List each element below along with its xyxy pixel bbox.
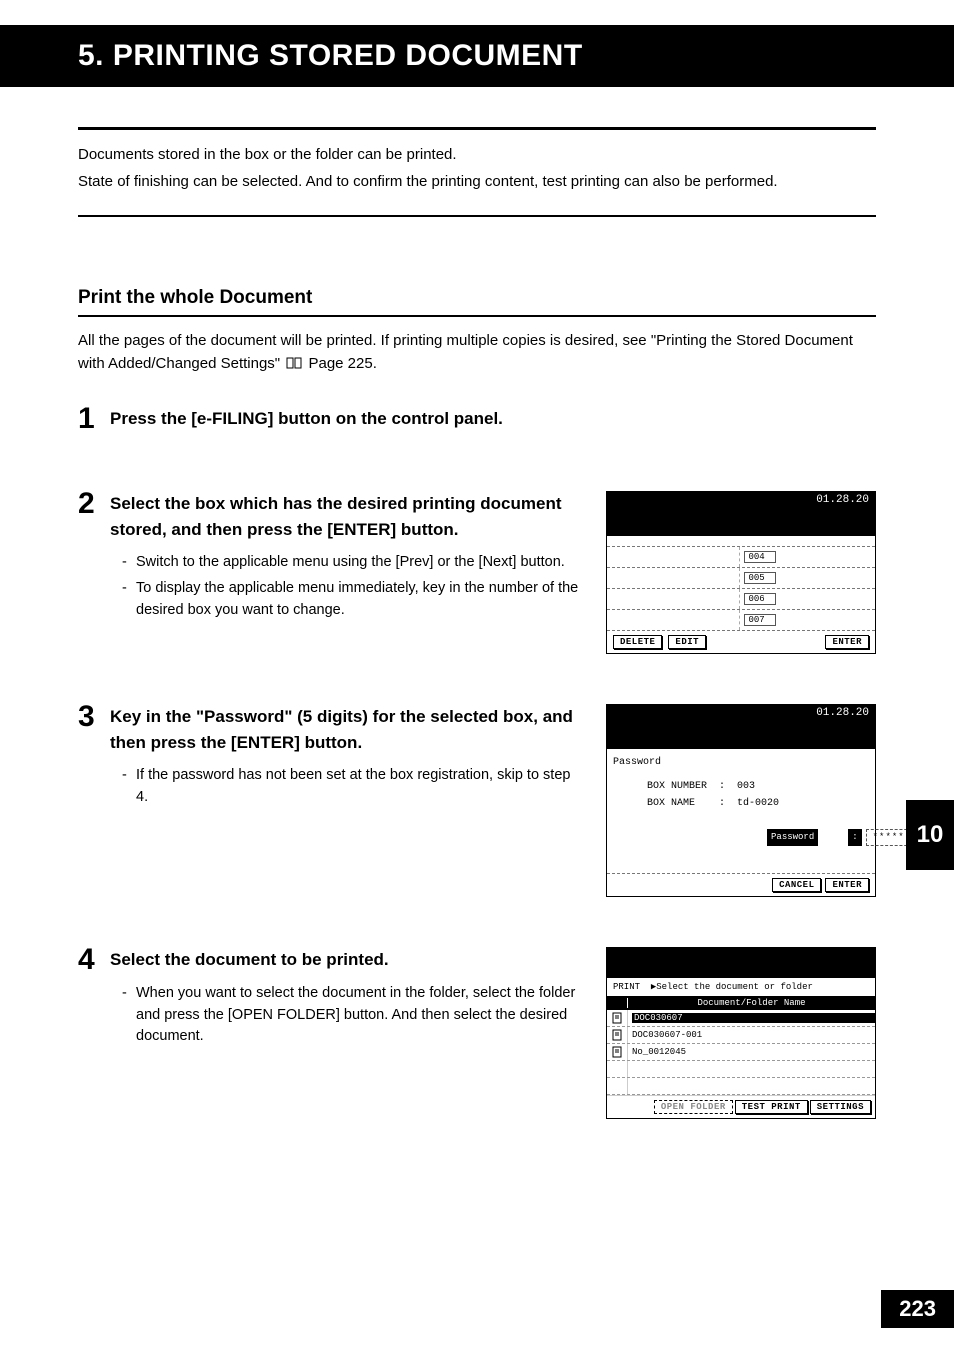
test-print-button[interactable]: TEST PRINT	[735, 1100, 808, 1114]
step-4: 4 Select the document to be printed. Whe…	[78, 947, 876, 1119]
step-1: 1 Press the [e-FILING] button on the con…	[78, 406, 876, 442]
section-desc-text: All the pages of the document will be pr…	[78, 332, 853, 372]
step-heading: Key in the "Password" (5 digits) for the…	[110, 704, 586, 755]
document-select-panel: PRINT ▶Select the document or folder Doc…	[606, 947, 876, 1119]
panel-timestamp: 01.28.20	[607, 705, 875, 749]
settings-button[interactable]: SETTINGS	[810, 1100, 871, 1114]
document-row-empty	[607, 1078, 875, 1095]
step-heading: Select the document to be printed.	[110, 947, 586, 973]
box-row: 007	[607, 610, 875, 631]
step-bullet-list: Switch to the applicable menu using the …	[110, 552, 586, 621]
manual-page: 5. PRINTING STORED DOCUMENT Documents st…	[0, 0, 954, 1348]
step-number: 4	[78, 945, 110, 975]
box-select-panel: 01.28.20 004 005 006 007 DELETE	[606, 491, 876, 654]
step-bullet: If the password has not been set at the …	[110, 765, 586, 809]
step-heading: Select the box which has the desired pri…	[110, 491, 586, 542]
step-bullet: To display the applicable menu immediate…	[110, 578, 586, 622]
edit-button[interactable]: EDIT	[668, 635, 706, 649]
box-number: 004	[744, 551, 776, 563]
page-number: 223	[881, 1290, 954, 1328]
document-name: No_0012045	[628, 1047, 875, 1057]
document-row-selected[interactable]: DOC030607	[607, 1010, 875, 1027]
step-heading: Press the [e-FILING] button on the contr…	[110, 406, 876, 432]
book-icon	[286, 357, 302, 369]
panel-button-row: OPEN FOLDER TEST PRINT SETTINGS	[607, 1095, 875, 1118]
section-heading: Print the whole Document	[78, 287, 876, 317]
step-number: 3	[78, 702, 110, 732]
document-icon	[612, 1029, 622, 1041]
document-name: DOC030607	[632, 1013, 875, 1023]
intro-line-1: Documents stored in the box or the folde…	[78, 144, 876, 167]
document-icon	[612, 1046, 622, 1058]
column-header: Document/Folder Name	[628, 998, 875, 1008]
breadcrumb-text: Select the document or folder	[656, 982, 813, 992]
open-folder-button[interactable]: OPEN FOLDER	[654, 1100, 733, 1114]
document-icon	[612, 1012, 622, 1024]
chapter-title: 5. PRINTING STORED DOCUMENT	[78, 39, 954, 73]
step-bullet-list: If the password has not been set at the …	[110, 765, 586, 809]
step-bullet: When you want to select the document in …	[110, 983, 586, 1048]
step-3: 3 Key in the "Password" (5 digits) for t…	[78, 704, 876, 897]
panel-header-blank	[607, 948, 875, 978]
breadcrumb: PRINT ▶Select the document or folder	[607, 978, 875, 996]
intro-block: Documents stored in the box or the folde…	[78, 127, 876, 217]
box-name-value: td-0020	[737, 798, 779, 809]
document-row[interactable]: DOC030607-001	[607, 1027, 875, 1044]
intro-line-2: State of finishing can be selected. And …	[78, 171, 876, 194]
step-2: 2 Select the box which has the desired p…	[78, 491, 876, 654]
step-bullet-list: When you want to select the document in …	[110, 983, 586, 1048]
password-row: Password:*****	[647, 812, 865, 863]
step-bullet: Switch to the applicable menu using the …	[110, 552, 586, 574]
document-row[interactable]: No_0012045	[607, 1044, 875, 1061]
box-name-row: BOX NAME : td-0020	[647, 795, 865, 812]
panel-button-row: CANCEL ENTER	[607, 873, 875, 896]
password-panel: 01.28.20 Password BOX NUMBER : 003 BOX N…	[606, 704, 876, 897]
box-number: 006	[744, 593, 776, 605]
step-number: 1	[78, 404, 110, 434]
box-row: 005	[607, 568, 875, 589]
enter-button[interactable]: ENTER	[825, 878, 869, 892]
chapter-title-bar: 5. PRINTING STORED DOCUMENT	[0, 25, 954, 87]
box-name-label: BOX NAME	[647, 798, 695, 809]
chapter-tab: 10	[906, 800, 954, 870]
document-name: DOC030607-001	[628, 1030, 875, 1040]
document-row-empty	[607, 1061, 875, 1078]
section-description: All the pages of the document will be pr…	[78, 329, 876, 376]
enter-button[interactable]: ENTER	[825, 635, 869, 649]
password-label: Password	[767, 829, 818, 846]
password-input[interactable]: *****	[866, 829, 912, 846]
step-number: 2	[78, 489, 110, 519]
page-reference: Page 225.	[308, 355, 376, 372]
box-number: 005	[744, 572, 776, 584]
cancel-button[interactable]: CANCEL	[772, 878, 821, 892]
box-number-label: BOX NUMBER	[647, 781, 707, 792]
delete-button[interactable]: DELETE	[613, 635, 662, 649]
steps-container: 1 Press the [e-FILING] button on the con…	[78, 406, 876, 1120]
box-number: 007	[744, 614, 776, 626]
panel-timestamp: 01.28.20	[607, 492, 875, 536]
box-number-row: BOX NUMBER : 003	[647, 778, 865, 795]
column-header-row: Document/Folder Name	[607, 996, 875, 1010]
box-row: 006	[607, 589, 875, 610]
breadcrumb-print: PRINT	[613, 982, 640, 992]
box-number-value: 003	[737, 781, 755, 792]
panel-button-row: DELETE EDIT ENTER	[607, 631, 875, 653]
content-area: Documents stored in the box or the folde…	[78, 127, 876, 1119]
password-section-label: Password	[607, 755, 875, 770]
box-row: 004	[607, 547, 875, 568]
